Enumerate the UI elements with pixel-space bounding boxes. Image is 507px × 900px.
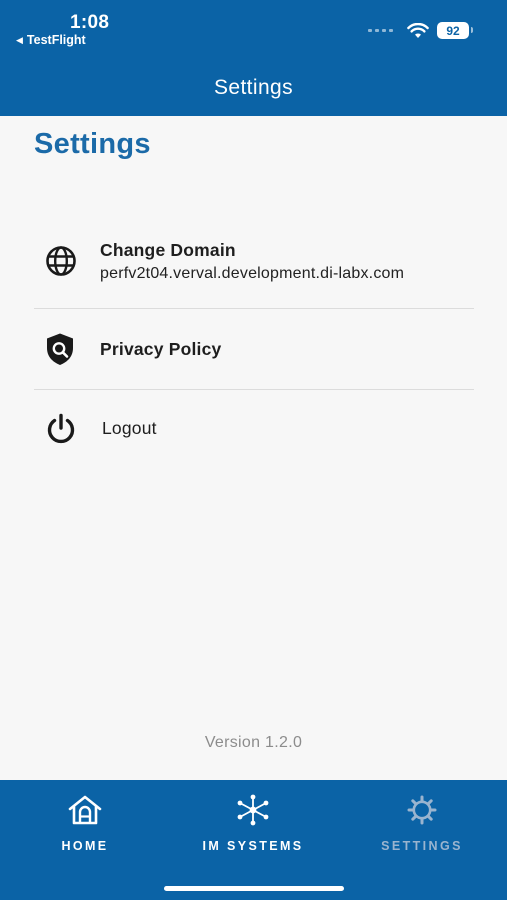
home-indicator xyxy=(164,886,344,891)
gear-icon xyxy=(407,795,437,825)
battery-indicator: 92 xyxy=(437,22,473,39)
page-title: Settings xyxy=(34,128,151,160)
home-icon xyxy=(68,795,102,825)
change-domain-item[interactable]: Change Domain perfv2t04.verval.developme… xyxy=(34,214,474,309)
logout-label: Logout xyxy=(102,418,157,438)
cellular-signal-icon xyxy=(368,29,393,32)
logout-item[interactable]: Logout xyxy=(34,390,474,467)
status-time: 1:08 xyxy=(70,12,110,33)
status-indicators: 92 xyxy=(368,22,473,39)
globe-icon xyxy=(46,246,76,276)
privacy-policy-item[interactable]: Privacy Policy xyxy=(34,309,474,390)
power-icon xyxy=(47,413,75,443)
nav-title: Settings xyxy=(213,76,294,99)
back-arrow-icon: ◀ xyxy=(16,34,23,45)
shield-search-icon xyxy=(47,333,73,365)
tab-im-systems-label: IM SYSTEMS xyxy=(202,839,304,853)
version-label: Version 1.2.0 xyxy=(204,734,303,751)
back-to-app-link[interactable]: ◀ TestFlight xyxy=(16,33,86,47)
tab-home[interactable]: HOME xyxy=(5,794,165,853)
tab-bar: HOME IM SYSTEMS SETTINGS xyxy=(0,780,507,900)
tab-im-systems[interactable]: IM SYSTEMS xyxy=(173,794,333,853)
network-icon xyxy=(237,794,269,826)
settings-list: Change Domain perfv2t04.verval.developme… xyxy=(34,214,474,467)
current-domain-value: perfv2t04.verval.development.di-labx.com xyxy=(100,264,405,282)
tab-home-label: HOME xyxy=(61,839,109,853)
top-bar: 1:08 ◀ TestFlight 92 Settings xyxy=(0,0,507,116)
wifi-icon xyxy=(407,22,429,38)
privacy-policy-label: Privacy Policy xyxy=(100,338,222,359)
tab-settings[interactable]: SETTINGS xyxy=(342,794,502,853)
change-domain-label: Change Domain xyxy=(100,239,236,260)
back-app-label: TestFlight xyxy=(26,33,86,47)
tab-settings-label: SETTINGS xyxy=(381,839,463,853)
